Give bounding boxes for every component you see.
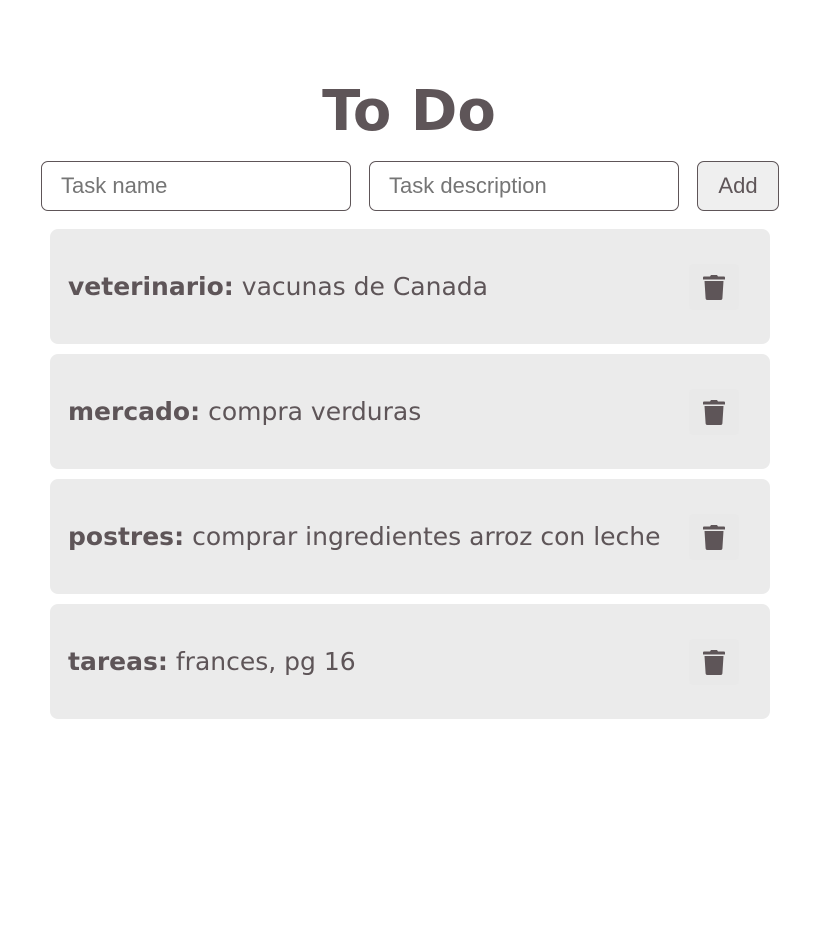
page-title: To Do: [322, 78, 496, 144]
delete-task-button[interactable]: [689, 389, 739, 435]
trash-icon: [703, 399, 725, 425]
task-name: tareas:: [68, 647, 168, 676]
delete-task-button[interactable]: [689, 639, 739, 685]
task-description: frances, pg 16: [175, 647, 356, 676]
trash-icon: [703, 649, 725, 675]
delete-task-button[interactable]: [689, 514, 739, 560]
task-item: postres: comprar ingredientes arroz con l…: [50, 479, 770, 594]
task-description: vacunas de Canada: [241, 272, 488, 301]
task-item: tareas: frances, pg 16: [50, 604, 770, 719]
task-text: postres: comprar ingredientes arroz con l…: [68, 522, 661, 551]
task-text: mercado: compra verduras: [68, 397, 421, 426]
delete-task-button[interactable]: [689, 264, 739, 310]
add-button[interactable]: Add: [697, 161, 779, 211]
task-description: compra verduras: [208, 397, 422, 426]
task-name: mercado:: [68, 397, 201, 426]
task-description: comprar ingredientes arroz con leche: [192, 522, 661, 551]
task-text: veterinario: vacunas de Canada: [68, 272, 488, 301]
task-description-input[interactable]: [369, 161, 679, 211]
trash-icon: [703, 274, 725, 300]
task-list: veterinario: vacunas de Canada mercado: co…: [50, 229, 770, 729]
task-text: tareas: frances, pg 16: [68, 647, 356, 676]
task-item: veterinario: vacunas de Canada: [50, 229, 770, 344]
trash-icon: [703, 524, 725, 550]
task-name: veterinario:: [68, 272, 234, 301]
task-name: postres:: [68, 522, 185, 551]
task-name-input[interactable]: [41, 161, 351, 211]
task-item: mercado: compra verduras: [50, 354, 770, 469]
